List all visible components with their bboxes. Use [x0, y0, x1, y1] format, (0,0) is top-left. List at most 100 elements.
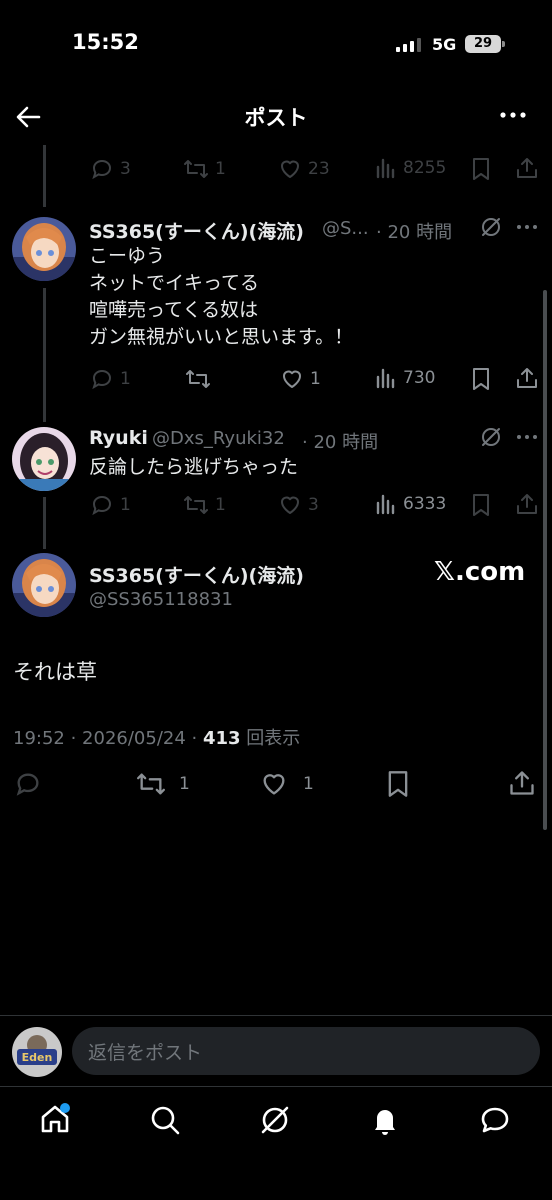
- reply-count: 1: [120, 495, 131, 515]
- like-action[interactable]: 1: [280, 367, 321, 391]
- avatar-text: Eden: [22, 1051, 53, 1064]
- heart-icon: [263, 774, 285, 795]
- views-label: 回表示: [240, 728, 301, 749]
- reply-action[interactable]: 1: [90, 367, 131, 391]
- post-timestamp: 19:52 · 2026/05/24 ·: [13, 728, 203, 749]
- reply-icon[interactable]: [14, 770, 42, 798]
- reply-placeholder: 返信をポスト: [88, 1042, 203, 1064]
- share-icon[interactable]: [515, 366, 539, 390]
- page-title: ポスト: [244, 106, 308, 130]
- grok-icon[interactable]: [480, 426, 502, 448]
- battery-icon: 29: [465, 35, 501, 53]
- repost-icon: [184, 160, 208, 178]
- post-text-line: ネットでイキってる: [89, 272, 260, 294]
- more-options-icon[interactable]: [516, 432, 538, 442]
- post-meta: 19:52 · 2026/05/24 · 413 回表示: [13, 724, 300, 750]
- repost-action[interactable]: [185, 367, 211, 391]
- like-action[interactable]: 23: [278, 157, 330, 181]
- grok-icon[interactable]: [480, 216, 502, 238]
- home-icon[interactable]: [38, 1102, 72, 1136]
- search-icon[interactable]: [148, 1103, 182, 1137]
- reply-count: 3: [120, 159, 131, 179]
- like-count: 3: [308, 495, 319, 515]
- battery-tip: [502, 41, 505, 47]
- share-icon[interactable]: [515, 492, 539, 516]
- views-action[interactable]: 8255: [375, 157, 446, 179]
- views-count: 8255: [403, 158, 447, 178]
- post-text-line: ガン無視がいいと思います。！: [89, 326, 354, 348]
- reply-icon: [92, 369, 112, 390]
- grok-icon[interactable]: [258, 1103, 292, 1137]
- bookmark-icon[interactable]: [470, 367, 492, 391]
- repost-icon: [184, 496, 208, 514]
- like-count: 23: [308, 159, 330, 179]
- thread-line: [43, 497, 46, 549]
- views-icon: [376, 158, 395, 179]
- share-icon[interactable]: [515, 156, 539, 180]
- repost-count: 1: [215, 159, 226, 179]
- reply-action[interactable]: 3: [90, 157, 131, 181]
- heart-icon: [281, 160, 299, 178]
- author-name[interactable]: SS365(すーくん)(海流): [89, 217, 304, 244]
- post-text: こーゆう ネットでイキってる 喧嘩売ってくる奴は ガン無視がいいと思います。！: [89, 243, 353, 351]
- thread-line: [43, 288, 46, 422]
- my-avatar[interactable]: Eden: [12, 1027, 62, 1077]
- author-handle[interactable]: @SS365118831: [89, 589, 233, 610]
- like-count: 1: [303, 774, 314, 794]
- bookmark-icon[interactable]: [385, 770, 411, 798]
- messages-icon[interactable]: [478, 1103, 512, 1137]
- reply-action[interactable]: 1: [90, 493, 131, 517]
- avatar-team-logo: Eden: [12, 1027, 62, 1077]
- status-time: 15:52: [72, 30, 139, 54]
- avatar-anime-girl-image: [12, 427, 76, 491]
- repost-action[interactable]: 1: [183, 493, 226, 517]
- heart-icon: [283, 370, 301, 388]
- post-text-line: こーゆう: [89, 245, 166, 267]
- views-action[interactable]: 730: [375, 367, 435, 389]
- scrollbar[interactable]: [543, 290, 547, 830]
- avatar-anime-girl-image: [12, 217, 76, 281]
- avatar[interactable]: [12, 217, 76, 281]
- post-text: 反論したら逃げちゃった: [89, 456, 299, 478]
- author-handle[interactable]: @Dxs_Ryuki32: [152, 428, 285, 449]
- reply-count: 1: [120, 369, 131, 389]
- like-action[interactable]: 3: [278, 493, 319, 517]
- views-count: 730: [403, 368, 436, 388]
- bookmark-icon[interactable]: [470, 493, 492, 517]
- avatar[interactable]: [12, 427, 76, 491]
- repost-count: 1: [179, 774, 190, 794]
- signal-icon: [396, 38, 421, 52]
- repost-icon: [137, 773, 165, 795]
- reply-icon: [92, 495, 112, 516]
- divider: [0, 1086, 552, 1087]
- avatar-anime-girl-image: [12, 553, 76, 617]
- repost-icon: [186, 370, 210, 388]
- more-options-icon[interactable]: [516, 222, 538, 232]
- repost-action[interactable]: 1: [135, 770, 190, 798]
- post-time: · 20 時間: [376, 222, 453, 243]
- network-label: 5G: [432, 35, 457, 54]
- thread-line: [43, 145, 46, 207]
- views-count: 6333: [403, 494, 447, 514]
- views-count: 413: [202, 728, 241, 749]
- reply-icon: [92, 159, 112, 180]
- post-time: · 20 時間: [302, 432, 379, 453]
- repost-action[interactable]: 1: [183, 157, 226, 181]
- more-options-icon[interactable]: [498, 105, 528, 125]
- x-com-watermark: 𝕏.com: [434, 557, 526, 587]
- author-name[interactable]: SS365(すーくん)(海流): [89, 561, 304, 588]
- share-icon[interactable]: [508, 769, 536, 797]
- views-icon: [376, 494, 395, 515]
- divider: [0, 1015, 552, 1016]
- repost-count: 1: [215, 495, 226, 515]
- bookmark-icon[interactable]: [470, 157, 492, 181]
- notifications-bell-icon[interactable]: [368, 1103, 402, 1137]
- post-text: それは草: [13, 660, 97, 684]
- like-action[interactable]: 1: [259, 770, 314, 798]
- avatar[interactable]: [12, 553, 76, 617]
- views-icon: [376, 368, 395, 389]
- views-action[interactable]: 6333: [375, 493, 446, 515]
- heart-icon: [281, 496, 299, 514]
- author-handle[interactable]: @S...: [322, 218, 369, 239]
- author-name[interactable]: Ryuki: [89, 427, 148, 449]
